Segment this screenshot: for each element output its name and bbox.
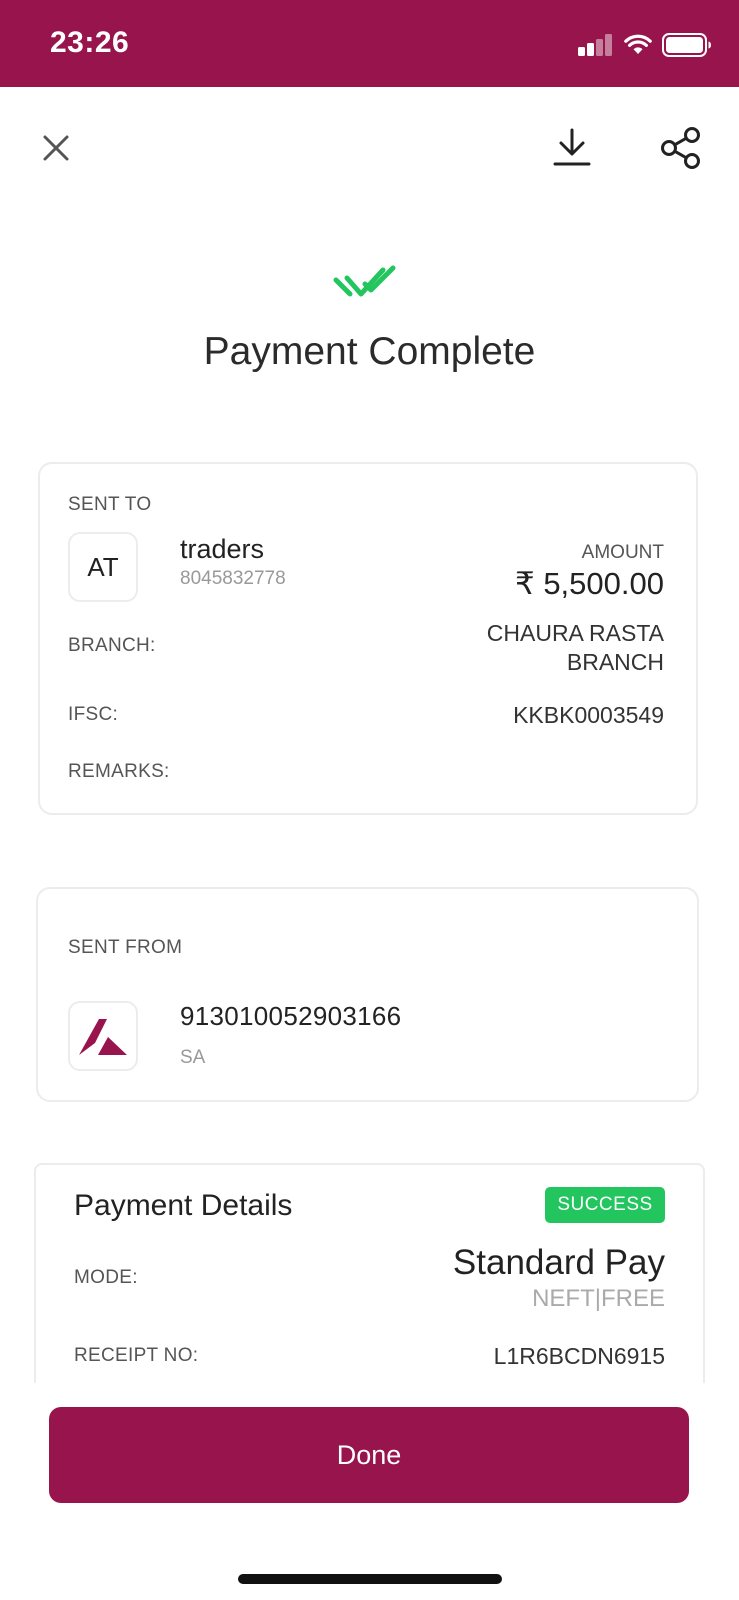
download-icon[interactable]	[552, 126, 592, 170]
home-indicator[interactable]	[238, 1574, 502, 1584]
mode-subtext: NEFT|FREE	[532, 1285, 665, 1312]
status-bar: 23:26	[0, 0, 739, 87]
account-number: 913010052903166	[180, 1001, 402, 1031]
amount-value: ₹ 5,500.00	[514, 566, 664, 601]
sent-from-card: SENT FROM 913010052903166 SA	[36, 887, 699, 1102]
remarks-label: REMARKS:	[68, 761, 170, 782]
mode-label: MODE:	[74, 1267, 138, 1288]
mode-value: Standard Pay	[452, 1243, 665, 1282]
payment-details-card: Payment Details SUCCESS MODE: Standard P…	[34, 1163, 705, 1383]
page-title: Payment Complete	[203, 330, 536, 373]
sent-from-label: SENT FROM	[68, 937, 183, 958]
amount-label: AMOUNT	[581, 542, 664, 563]
sent-to-label: SENT TO	[68, 494, 152, 515]
branch-value-line2: BRANCH	[566, 649, 664, 675]
ifsc-label: IFSC:	[68, 704, 119, 725]
payee-avatar: AT	[68, 532, 138, 602]
status-time: 23:26	[50, 26, 130, 59]
receipt-label: RECEIPT NO:	[74, 1345, 199, 1366]
payee-phone: 8045832778	[180, 568, 286, 589]
payee-name: traders	[180, 534, 265, 564]
receipt-value: L1R6BCDN6915	[493, 1343, 665, 1369]
battery-icon	[662, 33, 711, 57]
account-type: SA	[180, 1047, 206, 1068]
share-icon[interactable]	[660, 126, 702, 170]
cellular-signal-icon	[578, 34, 614, 56]
branch-value-line1: CHAURA RASTA	[486, 620, 664, 646]
branch-label: BRANCH:	[68, 635, 156, 656]
bank-logo	[68, 1001, 138, 1071]
close-icon[interactable]	[36, 128, 76, 168]
status-badge: SUCCESS	[545, 1187, 665, 1223]
done-button[interactable]: Done	[49, 1407, 689, 1503]
double-check-icon	[333, 265, 396, 297]
bank-logo-icon	[79, 1019, 127, 1055]
wifi-icon	[624, 34, 652, 54]
payment-details-title: Payment Details	[74, 1189, 293, 1222]
ifsc-value: KKBK0003549	[513, 702, 664, 728]
sent-to-card: SENT TO AT traders 8045832778 AMOUNT ₹ 5…	[38, 462, 698, 815]
